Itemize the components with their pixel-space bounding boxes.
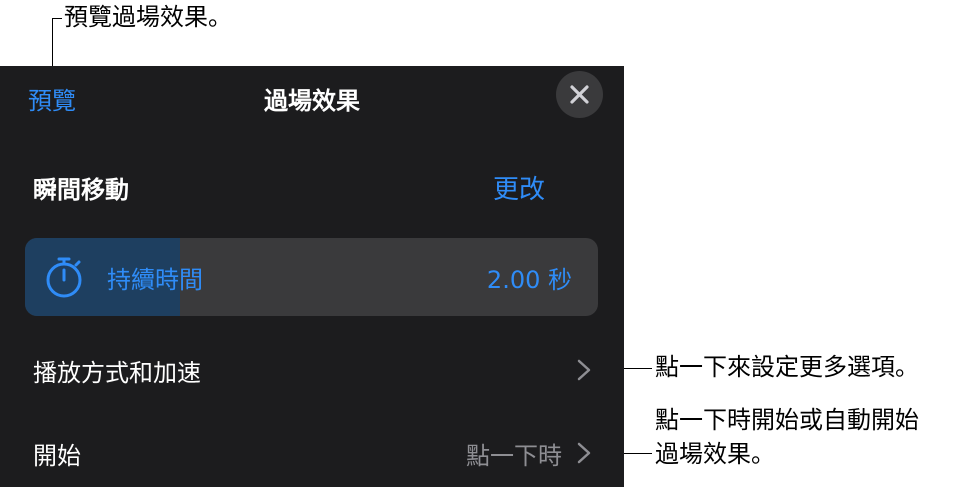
chevron-right-icon[interactable] — [576, 441, 592, 465]
more-options-callout: 點一下來設定更多選項。 — [655, 353, 919, 381]
start-row[interactable]: 開始 — [33, 436, 81, 471]
playback-acceleration-row[interactable]: 播放方式和加速 — [33, 353, 201, 388]
start-callout-line1: 點一下時開始或自動開始 — [655, 406, 919, 434]
transition-panel: 預覽 過場效果 瞬間移動 更改 持續時間 2.00 秒 播放方式和加速 開始 點… — [0, 66, 624, 487]
preview-callout-line — [52, 18, 62, 19]
duration-label: 持續時間 — [107, 266, 203, 294]
duration-value: 2.00 秒 — [486, 266, 572, 294]
timer-icon — [46, 257, 82, 298]
preview-callout: 預覽過場效果。 — [64, 3, 232, 31]
duration-slider[interactable]: 持續時間 2.00 秒 — [25, 238, 598, 316]
panel-title: 過場效果 — [264, 87, 360, 115]
start-callout-line2: 過場效果。 — [655, 440, 775, 468]
chevron-right-icon[interactable] — [576, 358, 592, 382]
change-button[interactable]: 更改 — [493, 169, 545, 206]
close-button[interactable] — [556, 71, 603, 118]
close-icon — [570, 85, 589, 104]
start-value: 點一下時 — [466, 442, 562, 470]
effect-name: 瞬間移動 — [33, 176, 129, 204]
